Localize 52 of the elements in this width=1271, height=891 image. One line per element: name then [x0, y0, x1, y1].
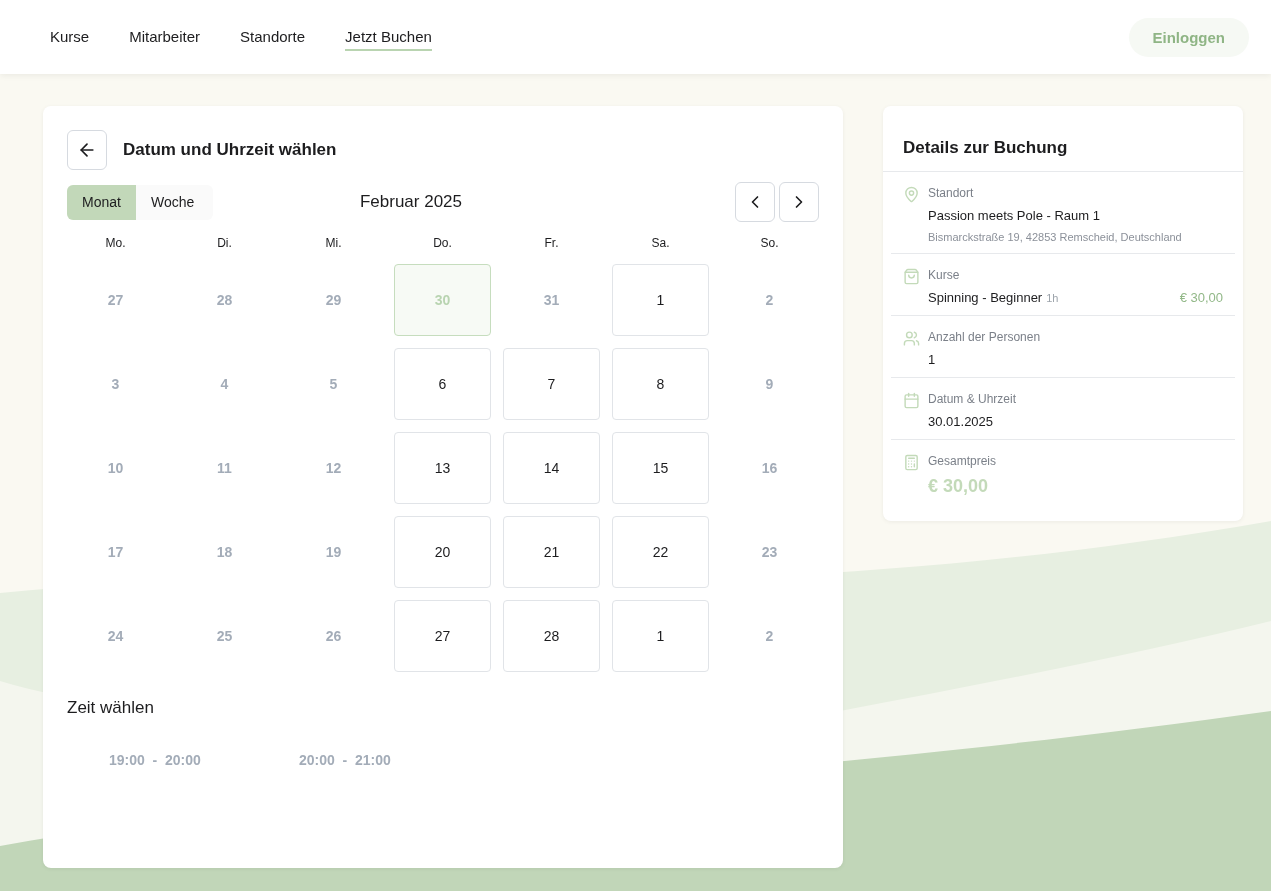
weekday-label: Mi. [324, 236, 343, 250]
duration-text: 1h [1046, 292, 1059, 304]
detail-label: Standort [928, 186, 975, 200]
calendar-day[interactable]: 14 [503, 432, 600, 504]
weekday-label: So. [759, 236, 780, 250]
section-title: Zeit wählen [67, 698, 155, 718]
view-tab[interactable]: Woche [135, 184, 210, 220]
nav-link[interactable]: Kurse [50, 23, 90, 51]
detail-value: 1 [928, 352, 937, 367]
address-text: Bismarckstraße 19, 42853 Remscheid, Deutschland [928, 231, 1183, 243]
nav-link[interactable]: Jetzt Buchen [345, 23, 432, 51]
detail-label: Anzahl der Personen [928, 330, 1042, 344]
detail-value: 30.01.2025 [928, 414, 995, 429]
weekday-label: Fr. [543, 236, 560, 250]
weekday-label: Sa. [650, 236, 671, 250]
total-price: € 30,00 [928, 476, 990, 497]
calendar-day[interactable]: 13 [394, 432, 491, 504]
calendar-day[interactable]: 8 [612, 348, 709, 420]
calendar-day[interactable]: 28 [503, 600, 600, 672]
detail-label: Kurse [928, 268, 961, 282]
calendar-day[interactable]: 15 [612, 432, 709, 504]
detail-value: Spinning - Beginner [928, 290, 1043, 305]
detail-label: Gesamtpreis [928, 454, 998, 468]
users-icon [903, 330, 920, 347]
card-title: Datum und Uhrzeit wählen [123, 140, 337, 160]
calendar-day[interactable]: 6 [394, 348, 491, 420]
nav-link[interactable]: Mitarbeiter [129, 23, 201, 51]
calendar-day[interactable]: 20 [394, 516, 491, 588]
weekday-label: Mo. [104, 236, 127, 250]
detail-label: Datum & Uhrzeit [928, 392, 1018, 406]
detail-value: Passion meets Pole - Raum 1 [928, 208, 1101, 223]
calendar-icon [903, 392, 920, 409]
month-label: Februar 2025 [358, 192, 464, 212]
nav-link[interactable]: Standorte [240, 23, 306, 51]
calendar-day[interactable]: 1 [612, 600, 709, 672]
weekday-label: Do. [432, 236, 453, 250]
calendar-day[interactable]: 7 [503, 348, 600, 420]
map-pin-icon [903, 186, 920, 203]
weekday-label: Di. [216, 236, 233, 250]
calendar-day[interactable]: 1 [612, 264, 709, 336]
bag-icon [903, 268, 920, 285]
card-title: Details zur Buchung [903, 138, 1069, 158]
back-button[interactable] [67, 130, 107, 170]
view-tab[interactable]: Monat [67, 184, 136, 220]
price-text: € 30,00 [1179, 290, 1223, 305]
calendar-day[interactable]: 22 [612, 516, 709, 588]
calendar-day[interactable]: 27 [394, 600, 491, 672]
calendar-day[interactable]: 30 [394, 264, 491, 336]
previous-month-button[interactable] [735, 182, 775, 222]
next-month-button[interactable] [779, 182, 819, 222]
calculator-icon [903, 454, 920, 471]
calendar-day[interactable]: 21 [503, 516, 600, 588]
